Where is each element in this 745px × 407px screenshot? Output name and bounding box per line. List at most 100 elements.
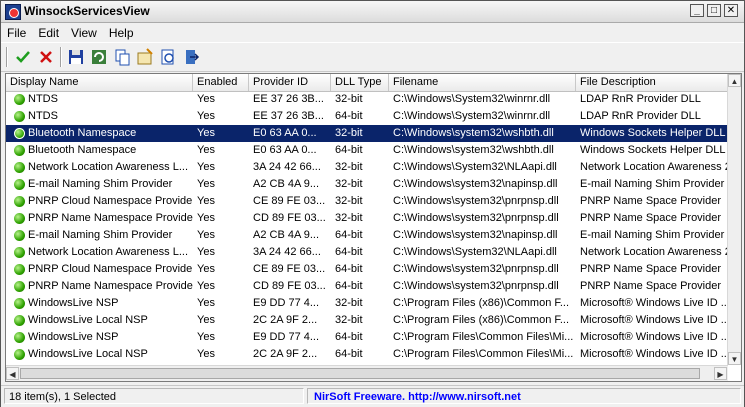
- vertical-scrollbar[interactable]: ▲ ▼: [727, 74, 741, 365]
- cell-dll-type: 64-bit: [335, 280, 363, 292]
- cell-dll-type: 64-bit: [335, 263, 363, 275]
- cell-filename: C:\Windows\system32\pnrpnsp.dll: [393, 212, 559, 224]
- cell-file-description: Microsoft® Windows Live ID ...: [580, 331, 728, 343]
- cell-display-name: PNRP Name Namespace Provider: [28, 280, 193, 292]
- cell-enabled: Yes: [197, 212, 215, 224]
- table-row[interactable]: WindowsLive NSP Yes E9 DD 77 4... 64-bit C:\…: [6, 329, 728, 346]
- disable-button[interactable]: [36, 47, 56, 67]
- minimize-button[interactable]: _: [690, 4, 704, 17]
- cell-provider-id: CD 89 FE 03...: [253, 280, 326, 292]
- status-bar: 18 item(s), 1 Selected NirSoft Freeware.…: [1, 385, 744, 407]
- title-bar[interactable]: WinsockServicesView _ □ ✕: [1, 1, 744, 23]
- save-button[interactable]: [66, 47, 86, 67]
- menu-edit[interactable]: Edit: [32, 23, 65, 40]
- cell-dll-type: 64-bit: [335, 246, 363, 258]
- cell-enabled: Yes: [197, 178, 215, 190]
- cell-display-name: Network Location Awareness L...: [28, 161, 188, 173]
- cell-display-name: NTDS: [28, 110, 58, 122]
- cell-enabled: Yes: [197, 246, 215, 258]
- copy-button[interactable]: [112, 47, 132, 67]
- cell-enabled: Yes: [197, 144, 215, 156]
- cell-provider-id: A2 CB 4A 9...: [253, 229, 320, 241]
- refresh-button[interactable]: [89, 47, 109, 67]
- table-row[interactable]: PNRP Name Namespace Provider Yes CD 89 FE …: [6, 210, 728, 227]
- cell-dll-type: 64-bit: [335, 144, 363, 156]
- properties-icon: [137, 48, 153, 65]
- red-x-icon: [40, 51, 52, 63]
- cell-provider-id: CE 89 FE 03...: [253, 263, 326, 275]
- cell-provider-id: E9 DD 77 4...: [253, 331, 320, 343]
- column-header-provider-id[interactable]: Provider ID: [249, 74, 331, 91]
- cell-provider-id: EE 37 26 3B...: [253, 110, 324, 122]
- menu-help[interactable]: Help: [103, 23, 140, 40]
- scroll-down-arrow-icon[interactable]: ▼: [728, 352, 741, 365]
- cell-provider-id: E0 63 AA 0...: [253, 127, 317, 139]
- cell-filename: C:\Program Files\Common Files\Mi...: [393, 331, 574, 343]
- exit-door-icon: [186, 50, 200, 64]
- cell-enabled: Yes: [197, 93, 215, 105]
- cell-dll-type: 32-bit: [335, 297, 363, 309]
- table-row[interactable]: NTDS Yes EE 37 26 3B... 64-bit C:\Windows\Sy…: [6, 108, 728, 125]
- cell-display-name: Network Location Awareness L...: [28, 246, 188, 258]
- table-row[interactable]: E-mail Naming Shim Provider Yes A2 CB 4A 9…: [6, 227, 728, 244]
- enable-button[interactable]: [13, 47, 33, 67]
- cell-filename: C:\Program Files (x86)\Common F...: [393, 297, 570, 309]
- menu-file[interactable]: File: [1, 23, 32, 40]
- table-row[interactable]: PNRP Cloud Namespace Provider Yes CE 89 FE…: [6, 261, 728, 278]
- cell-filename: C:\Program Files\Common Files\Mi...: [393, 348, 574, 360]
- cell-file-description: Network Location Awareness 2: [580, 161, 728, 173]
- maximize-button[interactable]: □: [707, 4, 721, 17]
- cell-file-description: Network Location Awareness 2: [580, 246, 728, 258]
- horizontal-scroll-thumb[interactable]: [20, 368, 700, 379]
- table-row[interactable]: WindowsLive NSP Yes E9 DD 77 4... 32-bit C:\…: [6, 295, 728, 312]
- table-row[interactable]: E-mail Naming Shim Provider Yes A2 CB 4A 9…: [6, 176, 728, 193]
- cell-file-description: LDAP RnR Provider DLL: [580, 110, 701, 122]
- table-row[interactable]: Network Location Awareness L... Yes 3A 24 …: [6, 244, 728, 261]
- table-row[interactable]: Network Location Awareness L... Yes 3A 24 …: [6, 159, 728, 176]
- scroll-right-arrow-icon[interactable]: ▶: [714, 367, 727, 380]
- cell-dll-type: 32-bit: [335, 178, 363, 190]
- cell-provider-id: CE 89 FE 03...: [253, 195, 326, 207]
- cell-display-name: PNRP Name Namespace Provider: [28, 212, 193, 224]
- services-list[interactable]: Display Name Enabled Provider ID DLL Typ…: [5, 73, 742, 382]
- column-header-enabled[interactable]: Enabled: [193, 74, 249, 91]
- column-header-row: Display Name Enabled Provider ID DLL Typ…: [6, 74, 728, 92]
- cell-filename: C:\Windows\system32\pnrpnsp.dll: [393, 263, 559, 275]
- cell-provider-id: E9 DD 77 4...: [253, 297, 320, 309]
- report-icon: [161, 49, 174, 65]
- cell-file-description: LDAP RnR Provider DLL: [580, 93, 701, 105]
- horizontal-scrollbar[interactable]: ◀ ▶: [6, 365, 728, 381]
- cell-file-description: PNRP Name Space Provider: [580, 195, 722, 207]
- html-report-button[interactable]: [158, 47, 178, 67]
- scroll-left-arrow-icon[interactable]: ◀: [6, 367, 19, 380]
- cell-enabled: Yes: [197, 110, 215, 122]
- cell-display-name: WindowsLive NSP: [28, 331, 119, 343]
- status-nirsoft-link[interactable]: NirSoft Freeware. http://www.nirsoft.net: [307, 388, 741, 404]
- cell-filename: C:\Windows\system32\wshbth.dll: [393, 144, 554, 156]
- menu-bar: File Edit View Help: [1, 23, 744, 42]
- column-header-dll-type[interactable]: DLL Type: [331, 74, 389, 91]
- column-header-display-name[interactable]: Display Name: [6, 74, 193, 91]
- table-row[interactable]: Bluetooth Namespace Yes E0 63 AA 0... 32-bi…: [6, 125, 728, 142]
- column-header-filename[interactable]: Filename: [389, 74, 576, 91]
- cell-dll-type: 32-bit: [335, 127, 363, 139]
- window-title: WinsockServicesView: [24, 4, 150, 18]
- scroll-up-arrow-icon[interactable]: ▲: [728, 74, 741, 87]
- close-button[interactable]: ✕: [724, 4, 738, 17]
- menu-view[interactable]: View: [65, 23, 103, 40]
- table-row[interactable]: NTDS Yes EE 37 26 3B... 32-bit C:\Windows\Sy…: [6, 91, 728, 108]
- table-row[interactable]: WindowsLive Local NSP Yes 2C 2A 9F 2... 32-…: [6, 312, 728, 329]
- column-header-file-description[interactable]: File Description: [576, 74, 728, 91]
- table-row[interactable]: PNRP Name Namespace Provider Yes CD 89 FE …: [6, 278, 728, 295]
- table-row[interactable]: PNRP Cloud Namespace Provider Yes CE 89 FE…: [6, 193, 728, 210]
- copy-icon: [115, 49, 130, 66]
- cell-provider-id: EE 37 26 3B...: [253, 93, 324, 105]
- cell-filename: C:\Windows\System32\NLAapi.dll: [393, 161, 557, 173]
- table-row[interactable]: WindowsLive Local NSP Yes 2C 2A 9F 2... 64-…: [6, 346, 728, 363]
- cell-provider-id: E0 63 AA 0...: [253, 144, 317, 156]
- cell-display-name: Bluetooth Namespace: [28, 144, 137, 156]
- exit-button[interactable]: [181, 47, 201, 67]
- properties-button[interactable]: [135, 47, 155, 67]
- table-row[interactable]: Bluetooth Namespace Yes E0 63 AA 0... 64-bi…: [6, 142, 728, 159]
- toolbar-separator: [60, 47, 62, 67]
